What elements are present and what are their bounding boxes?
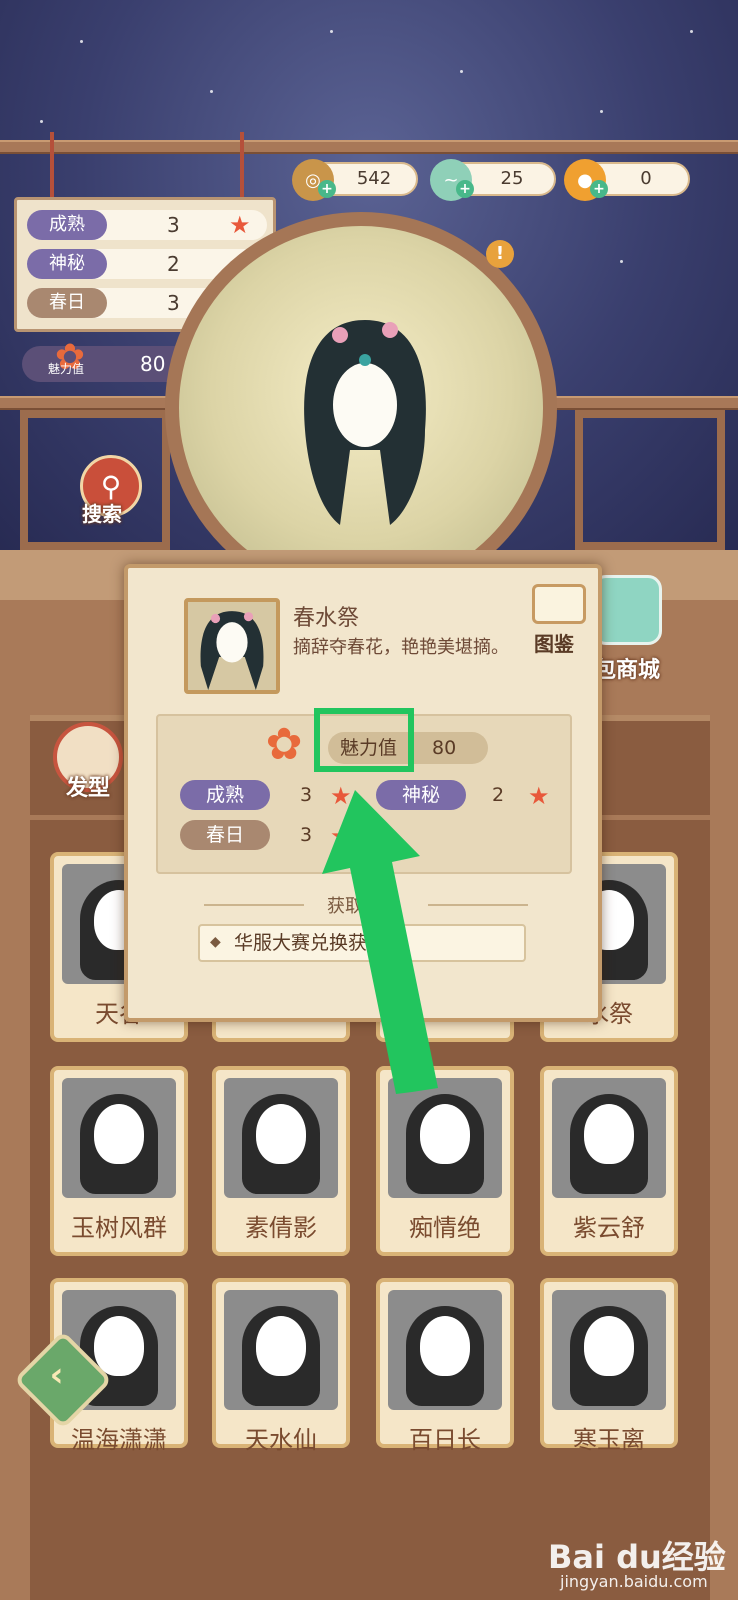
scroll-icon bbox=[532, 584, 586, 624]
face-shape bbox=[256, 1104, 306, 1164]
star-icon: ★ bbox=[330, 782, 352, 810]
obtain-title: 获取途径 bbox=[327, 896, 399, 917]
attribute-tag: 成熟 bbox=[27, 210, 107, 240]
face-shape bbox=[94, 1104, 144, 1164]
charm-value: 80 bbox=[432, 737, 457, 759]
currency-ingot[interactable]: ● + 0 bbox=[564, 159, 690, 201]
attribute-tag: 春日 bbox=[27, 288, 107, 318]
gift-shop-icon[interactable] bbox=[592, 575, 662, 645]
star-icon: ★ bbox=[330, 822, 352, 850]
item-name: 温海潇潇 bbox=[71, 1426, 167, 1454]
item-detail-popup: 春水祭 摘辞夺春花，艳艳美堪摘。 图鉴 ✿ 魅力值 80 成熟 3 ★ 神秘 2… bbox=[124, 564, 602, 1022]
stat-tag: 神秘 bbox=[376, 780, 466, 810]
currency-jade[interactable]: ~ + 25 bbox=[430, 159, 556, 201]
coin-count: 542 bbox=[356, 168, 392, 189]
attribute-tag: 神秘 bbox=[27, 249, 107, 279]
stat-value: 3 bbox=[300, 784, 313, 806]
item-title: 春水祭 bbox=[293, 606, 360, 631]
item-card[interactable]: 紫云舒 bbox=[540, 1066, 678, 1256]
obtain-method-label: 华服大赛兑换获得 bbox=[234, 932, 387, 954]
chevron-left-icon: ‹ bbox=[49, 1355, 64, 1396]
hairstyle-tab-label: 发型 bbox=[66, 776, 111, 801]
obtain-method-button[interactable]: ◆ 华服大赛兑换获得 bbox=[198, 924, 526, 962]
attribute-value: 3 bbox=[167, 291, 180, 315]
hairstyle-thumbnail bbox=[388, 1078, 502, 1198]
hairstyle-thumbnail bbox=[552, 1290, 666, 1410]
item-name: 百日长 bbox=[409, 1426, 481, 1454]
item-name: 痴情绝 bbox=[409, 1214, 481, 1242]
item-card[interactable]: 痴情绝 bbox=[376, 1066, 514, 1256]
bullet-icon: ◆ bbox=[210, 934, 221, 950]
charm-label: 魅力值 bbox=[48, 362, 85, 376]
stat-value: 3 bbox=[300, 824, 313, 846]
item-name: 天水仙 bbox=[245, 1426, 317, 1454]
stat-tag: 成熟 bbox=[180, 780, 270, 810]
hairstyle-thumbnail bbox=[62, 1078, 176, 1198]
charm-value: 80 bbox=[140, 352, 166, 376]
item-card[interactable]: 百日长 bbox=[376, 1278, 514, 1454]
codex-button[interactable]: 图鉴 bbox=[526, 578, 590, 656]
face-shape bbox=[584, 1316, 634, 1376]
jade-count: 25 bbox=[500, 168, 524, 189]
right-lattice-frame bbox=[575, 410, 725, 550]
shop-label: 包商城 bbox=[594, 658, 661, 683]
face-shape bbox=[420, 1316, 470, 1376]
item-card[interactable]: 玉树风群 bbox=[50, 1066, 188, 1256]
star-icon: ★ bbox=[229, 211, 251, 239]
item-name: 紫云舒 bbox=[573, 1214, 645, 1242]
item-thumbnail bbox=[184, 598, 280, 694]
item-name: 素倩影 bbox=[245, 1214, 317, 1242]
item-name: 寒玉离 bbox=[573, 1426, 645, 1454]
hairstyle-thumbnail bbox=[552, 1078, 666, 1198]
stat-tag: 春日 bbox=[180, 820, 270, 850]
currency-coin[interactable]: ◎ + 542 bbox=[292, 159, 418, 201]
item-card[interactable]: 寒玉离 bbox=[540, 1278, 678, 1454]
sign-rope-left bbox=[50, 132, 54, 200]
item-description: 摘辞夺春花，艳艳美堪摘。 bbox=[293, 637, 509, 658]
top-wooden-beam bbox=[0, 140, 738, 154]
face-shape bbox=[420, 1104, 470, 1164]
charm-highlight-box bbox=[314, 708, 414, 772]
attribute-row: 成熟 3 ★ bbox=[27, 210, 267, 240]
attribute-value: 3 bbox=[167, 213, 180, 237]
face-shape bbox=[94, 1316, 144, 1376]
hairstyle-thumbnail bbox=[388, 1290, 502, 1410]
item-name: 玉树风群 bbox=[71, 1214, 167, 1242]
hairstyle-thumbnail bbox=[224, 1290, 338, 1410]
sign-rope-right bbox=[240, 132, 244, 200]
item-card[interactable]: 天水仙 bbox=[212, 1278, 350, 1454]
hairstyle-preview-image bbox=[304, 320, 426, 525]
codex-label: 图鉴 bbox=[534, 632, 574, 656]
stat-value: 2 bbox=[492, 784, 505, 806]
ingot-count: 0 bbox=[640, 168, 652, 189]
hairstyle-thumbnail bbox=[224, 1078, 338, 1198]
face-shape bbox=[256, 1316, 306, 1376]
watermark-url: jingyan.baidu.com bbox=[560, 1572, 708, 1591]
alert-icon[interactable]: ! bbox=[486, 240, 514, 268]
face-shape bbox=[584, 1104, 634, 1164]
star-icon: ★ bbox=[528, 782, 550, 810]
peony-flower-icon: ✿ bbox=[265, 719, 303, 770]
attribute-value: 2 bbox=[167, 252, 180, 276]
item-card[interactable]: 素倩影 bbox=[212, 1066, 350, 1256]
search-label: 搜索 bbox=[82, 502, 122, 526]
